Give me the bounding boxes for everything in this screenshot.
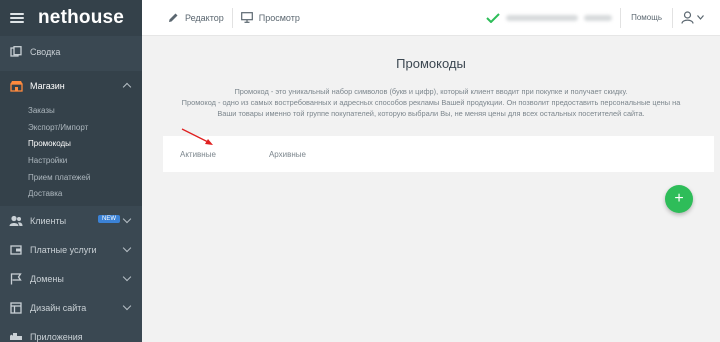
page-description: Промокод - это уникальный набор символов… xyxy=(142,86,720,119)
sidebar-item-label: Домены xyxy=(30,273,64,284)
sidebar-item-domains[interactable]: Домены xyxy=(0,264,142,293)
top-bar-right: Помощь xyxy=(486,0,720,36)
submenu-item-delivery[interactable]: Доставка xyxy=(0,185,142,202)
user-menu[interactable] xyxy=(673,0,720,36)
submenu-item-orders[interactable]: Заказы xyxy=(0,102,142,119)
sidebar-item-label: Магазин xyxy=(30,80,65,91)
add-promocode-button[interactable]: + xyxy=(665,185,693,213)
submenu-item-export-import[interactable]: Экспорт/Импорт xyxy=(0,119,142,136)
sidebar-item-label: Сводка xyxy=(30,46,61,57)
main-content: Промокоды Промокод - это уникальный набо… xyxy=(142,36,720,342)
editor-button[interactable]: Редактор xyxy=(142,0,232,36)
flag-icon xyxy=(9,272,23,285)
logo[interactable]: nethouse xyxy=(38,7,124,29)
tab-archive[interactable]: Архивные xyxy=(269,150,306,159)
menu-icon[interactable] xyxy=(10,13,24,23)
page-title: Промокоды xyxy=(396,56,466,71)
user-icon xyxy=(681,11,694,24)
editor-label: Редактор xyxy=(185,12,224,23)
tabs-bar: Активные Архивные xyxy=(163,136,714,172)
description-line: Ваши товары именно той группе покупателе… xyxy=(217,109,645,118)
redacted-site-info xyxy=(584,14,613,21)
sidebar-item-label: Платные услуги xyxy=(30,244,97,255)
wallet-icon xyxy=(9,244,23,256)
submenu-item-payments[interactable]: Прием платежей xyxy=(0,169,142,186)
shop-submenu: Заказы Экспорт/Импорт Промокоды Настройк… xyxy=(0,100,142,207)
check-icon xyxy=(486,12,500,23)
dashboard-icon xyxy=(9,45,23,58)
sidebar: nethouse Сводка Магазин Заказы Экспорт/И… xyxy=(0,0,142,342)
monitor-icon xyxy=(240,12,253,23)
description-line: Промокод - одно из самых востребованных … xyxy=(181,98,681,107)
chevron-up-icon[interactable] xyxy=(122,82,132,92)
submenu-item-settings[interactable]: Настройки xyxy=(0,152,142,169)
users-icon xyxy=(9,215,23,227)
layout-icon xyxy=(9,301,23,314)
help-link[interactable]: Помощь xyxy=(621,13,672,22)
sidebar-item-apps[interactable]: Приложения xyxy=(0,322,142,342)
chevron-down-icon[interactable] xyxy=(122,243,132,253)
chevron-down-icon[interactable] xyxy=(122,272,132,282)
description-line: Промокод - это уникальный набор символов… xyxy=(234,87,628,96)
submenu-item-promocodes[interactable]: Промокоды xyxy=(0,135,142,152)
chevron-down-icon[interactable] xyxy=(122,301,132,311)
preview-label: Просмотр xyxy=(258,12,300,23)
sidebar-item-design[interactable]: Дизайн сайта xyxy=(0,293,142,322)
redacted-site-name xyxy=(506,14,579,21)
sidebar-item-label: Дизайн сайта xyxy=(30,302,87,313)
puzzle-icon xyxy=(9,331,23,342)
pencil-icon xyxy=(169,13,178,22)
sidebar-item-label: Клиенты xyxy=(30,215,67,226)
sidebar-item-shop[interactable]: Магазин xyxy=(0,71,142,100)
sidebar-item-clients[interactable]: Клиенты NEW xyxy=(0,206,142,235)
preview-button[interactable]: Просмотр xyxy=(233,0,308,36)
store-icon xyxy=(9,80,23,92)
chevron-down-icon xyxy=(697,15,704,20)
chevron-down-icon[interactable] xyxy=(122,214,132,224)
sidebar-header: nethouse xyxy=(0,0,142,36)
sidebar-item-paid-services[interactable]: Платные услуги xyxy=(0,235,142,264)
tab-active[interactable]: Активные xyxy=(180,150,216,159)
sidebar-item-label: Приложения xyxy=(30,331,83,342)
sidebar-item-dashboard[interactable]: Сводка xyxy=(0,37,142,66)
new-badge: NEW xyxy=(98,215,120,224)
top-bar: Редактор Просмотр Помощь xyxy=(142,0,720,36)
